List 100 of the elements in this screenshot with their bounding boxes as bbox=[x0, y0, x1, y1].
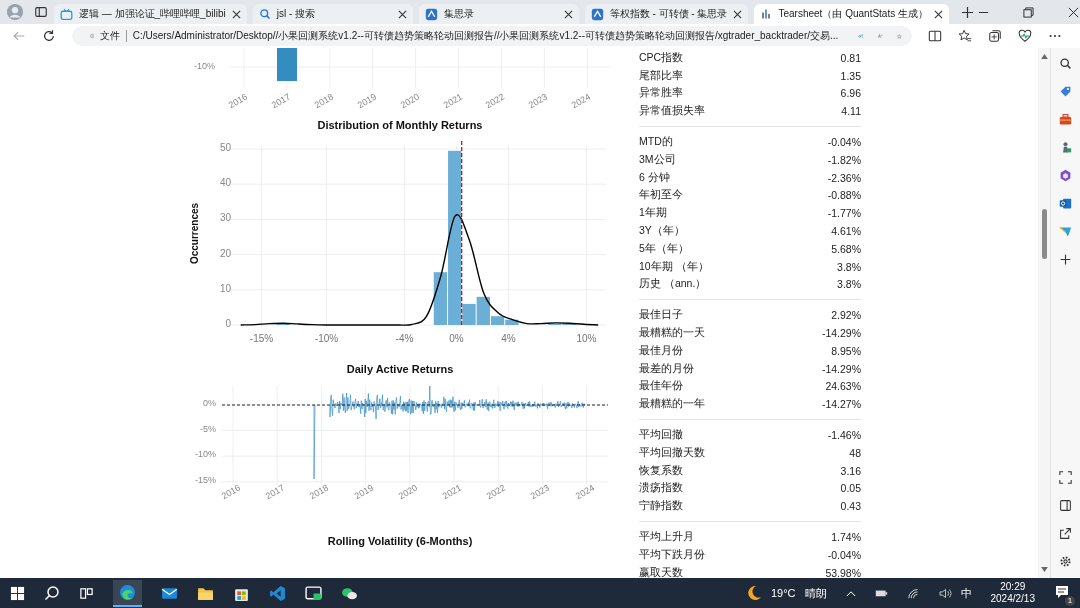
axis-tick-label: 2020 bbox=[395, 481, 420, 504]
metric-value: -14.27% bbox=[821, 398, 861, 411]
metric-value: 0.43 bbox=[840, 500, 861, 513]
weather-condition[interactable]: 晴朗 bbox=[804, 585, 827, 601]
office-icon[interactable] bbox=[1059, 169, 1072, 182]
input-method-indicator[interactable]: 中 bbox=[960, 585, 972, 601]
refresh-icon[interactable] bbox=[42, 29, 56, 43]
favorites-icon[interactable] bbox=[958, 29, 972, 43]
mail-icon[interactable] bbox=[1059, 197, 1072, 210]
axis-tick-label: -10% bbox=[313, 333, 340, 344]
new-tab-icon[interactable] bbox=[961, 5, 974, 19]
axis-tick-label: 2019 bbox=[351, 481, 376, 504]
split-screen-icon[interactable] bbox=[928, 29, 942, 43]
axis-tick-label: 40 bbox=[218, 177, 231, 189]
metric-label: 异常胜率 bbox=[639, 86, 683, 101]
axis-tick-label: 2022 bbox=[484, 481, 509, 504]
axis-tick-label: 2023 bbox=[526, 90, 551, 113]
address-field[interactable]: 文件 C:/Users/Administrator/Desktop//小果回测系统v1.2--可转债趋势策略轮动回测报告//小果回测系统v1.2--可转债趋势策略轮动回测报告/xgtrader_backtrader/交易... bbox=[72, 26, 912, 46]
axis-tick-label: -10% bbox=[194, 449, 216, 460]
scroll-down-icon[interactable] bbox=[1040, 567, 1048, 572]
tab-actions-icon[interactable] bbox=[34, 5, 48, 19]
search-icon[interactable] bbox=[1059, 57, 1072, 70]
browser-taskbar-button[interactable] bbox=[113, 579, 142, 607]
axis-tick-label: -15% bbox=[248, 333, 275, 344]
metric-label: 恢复系数 bbox=[639, 463, 683, 478]
moon-icon[interactable] bbox=[745, 585, 762, 601]
external-link-icon[interactable] bbox=[1059, 527, 1072, 540]
site-logo-icon bbox=[590, 7, 604, 21]
bar bbox=[448, 150, 462, 325]
axis-tick-label: 2021 bbox=[439, 481, 465, 504]
scheme-label: 文件 bbox=[100, 29, 121, 43]
metric-label: 最糟糕的一天 bbox=[639, 326, 705, 341]
close-tab-icon[interactable] bbox=[733, 9, 743, 19]
metric-value: 2.92% bbox=[831, 309, 861, 322]
metric-label: 平均下跌月份 bbox=[639, 547, 705, 562]
metric-label: 最佳月份 bbox=[639, 343, 683, 358]
metric-value: -1.77% bbox=[827, 207, 861, 220]
wifi-icon[interactable] bbox=[906, 587, 920, 599]
heart-pulse-icon[interactable] bbox=[1018, 29, 1032, 43]
clock[interactable]: 20:29 2024/2/13 bbox=[990, 581, 1035, 605]
toolbox-icon[interactable] bbox=[1059, 113, 1072, 126]
close-tab-icon[interactable] bbox=[563, 9, 573, 19]
url-text: C:/Users/Administrator/Desktop//小果回测系统v1.2--可转债趋势策略轮动回测报告//小果回测系统v1.2--可转债趋势策略轮动回测报告/xgtrader_backtrader/交易... bbox=[132, 29, 839, 43]
add-icon[interactable] bbox=[1059, 253, 1072, 266]
code-editor-icon[interactable] bbox=[269, 584, 286, 602]
scroll-up-icon[interactable] bbox=[1040, 54, 1048, 59]
metric-label: 3M公司 bbox=[639, 152, 676, 167]
sidebar-panel-icon[interactable] bbox=[1059, 499, 1072, 512]
chart-title: Rolling Volatility (6-Months) bbox=[326, 534, 474, 548]
chevron-up-icon[interactable] bbox=[845, 589, 856, 597]
scrollbar[interactable] bbox=[1038, 48, 1050, 578]
metric-value: 5.68% bbox=[831, 242, 861, 255]
metric-label: 最佳日子 bbox=[639, 308, 683, 323]
metric-label: MTD的 bbox=[639, 135, 673, 150]
metric-label: CPC指数 bbox=[639, 50, 684, 65]
site-logo-icon bbox=[424, 7, 438, 21]
scroll-thumb[interactable] bbox=[1041, 209, 1047, 259]
browser-tab[interactable]: Tearsheet（由 QuantStats 生成） bbox=[754, 4, 949, 24]
axis-tick-label: 50 bbox=[218, 142, 231, 154]
metric-value: 53.98% bbox=[825, 566, 861, 578]
weather-temperature[interactable]: 19°C bbox=[770, 587, 796, 599]
terminal-app-icon[interactable] bbox=[305, 584, 322, 602]
bar bbox=[476, 296, 490, 325]
metric-value: -1.46% bbox=[827, 429, 861, 442]
close-tab-icon[interactable] bbox=[397, 9, 407, 19]
metric-label: 10年期 （年） bbox=[639, 259, 709, 274]
metric-value: -2.36% bbox=[827, 171, 861, 184]
axis-tick-label: 2017 bbox=[263, 481, 288, 504]
metric-label: 最差的月份 bbox=[639, 361, 694, 376]
browser-tab[interactable]: 逻辑 — 加强论证_哔哩哔哩_bilibi bbox=[54, 4, 247, 24]
search-icon[interactable] bbox=[44, 585, 60, 601]
speaker-icon[interactable] bbox=[938, 587, 952, 599]
close-icon[interactable] bbox=[1068, 6, 1079, 18]
collections-icon[interactable] bbox=[988, 29, 1002, 43]
send-icon[interactable] bbox=[1059, 225, 1072, 238]
metric-label: 赢取天数 bbox=[639, 565, 683, 578]
tv-icon bbox=[60, 7, 73, 21]
axis-title: Occurrences bbox=[188, 201, 200, 267]
metric-value: 3.16 bbox=[840, 464, 861, 477]
battery-icon[interactable] bbox=[874, 588, 888, 598]
browser-tab[interactable]: jsl - 搜索 bbox=[252, 4, 413, 24]
axis-tick-label: 10 bbox=[218, 282, 231, 294]
metric-value: 0.81 bbox=[840, 51, 861, 64]
bar-chart-icon bbox=[760, 8, 773, 20]
windows-start-icon[interactable] bbox=[10, 585, 25, 601]
browser-tab[interactable]: 集思录 bbox=[418, 4, 579, 24]
bar bbox=[433, 272, 448, 325]
close-tab-icon[interactable] bbox=[231, 9, 241, 19]
axis-tick-label: 0% bbox=[448, 333, 465, 344]
metric-label: 最佳年份 bbox=[639, 379, 683, 394]
close-tab-icon[interactable] bbox=[934, 9, 943, 19]
browser-tab[interactable]: 等权指数 - 可转债 - 集思录 bbox=[584, 4, 749, 24]
restore-icon[interactable] bbox=[1023, 6, 1034, 18]
notification-icon[interactable] bbox=[1054, 584, 1070, 600]
task-view-icon[interactable] bbox=[79, 585, 94, 601]
metric-value: -0.04% bbox=[827, 548, 861, 561]
screenshot-icon[interactable] bbox=[1059, 471, 1072, 484]
metric-value: -14.29% bbox=[821, 327, 861, 340]
settings-icon[interactable] bbox=[1059, 555, 1072, 568]
tag-icon[interactable] bbox=[1059, 85, 1072, 98]
